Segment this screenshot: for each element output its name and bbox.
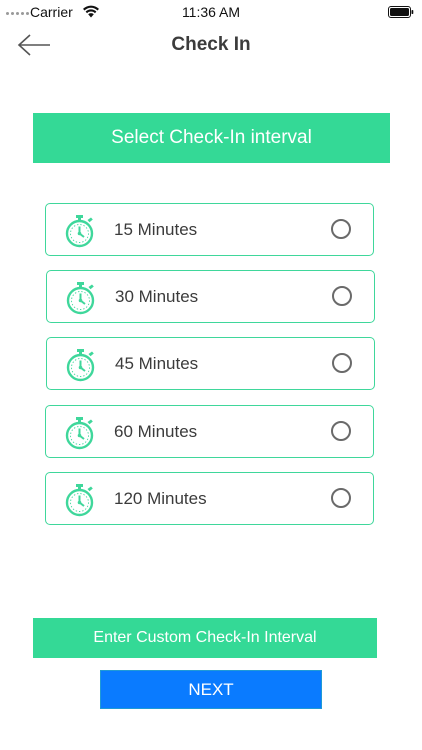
page-title: Check In bbox=[171, 34, 251, 55]
option-label: 60 Minutes bbox=[114, 422, 198, 441]
battery-icon bbox=[388, 6, 414, 18]
stopwatch-icon bbox=[65, 484, 94, 517]
next-button[interactable]: NEXT bbox=[100, 670, 322, 709]
interval-option-120[interactable]: 120 Minutes bbox=[45, 472, 374, 525]
stopwatch-icon bbox=[66, 349, 95, 382]
interval-option-60[interactable]: 60 Minutes bbox=[45, 405, 374, 458]
stopwatch-icon bbox=[66, 282, 95, 315]
status-bar: Carrier 11:36 AM bbox=[0, 0, 422, 24]
stopwatch-icon bbox=[65, 215, 94, 248]
section-header-label: Select Check-In interval bbox=[111, 127, 312, 148]
radio-button[interactable] bbox=[331, 488, 351, 508]
section-header: Select Check-In interval bbox=[33, 113, 390, 163]
stopwatch-icon bbox=[65, 417, 94, 450]
interval-option-15[interactable]: 15 Minutes bbox=[45, 203, 374, 256]
option-label: 120 Minutes bbox=[114, 489, 207, 508]
next-label: NEXT bbox=[188, 679, 234, 699]
option-label: 45 Minutes bbox=[115, 354, 199, 373]
interval-option-45[interactable]: 45 Minutes bbox=[46, 337, 375, 390]
option-label: 30 Minutes bbox=[115, 287, 199, 306]
radio-button[interactable] bbox=[331, 421, 351, 441]
custom-interval-button[interactable]: Enter Custom Check-In Interval bbox=[33, 618, 377, 658]
status-time: 11:36 AM bbox=[181, 4, 241, 20]
custom-interval-label: Enter Custom Check-In Interval bbox=[93, 629, 317, 646]
option-label: 15 Minutes bbox=[114, 220, 198, 239]
radio-button[interactable] bbox=[332, 286, 352, 306]
interval-option-30[interactable]: 30 Minutes bbox=[46, 270, 375, 323]
radio-button[interactable] bbox=[331, 219, 351, 239]
radio-button[interactable] bbox=[332, 353, 352, 373]
